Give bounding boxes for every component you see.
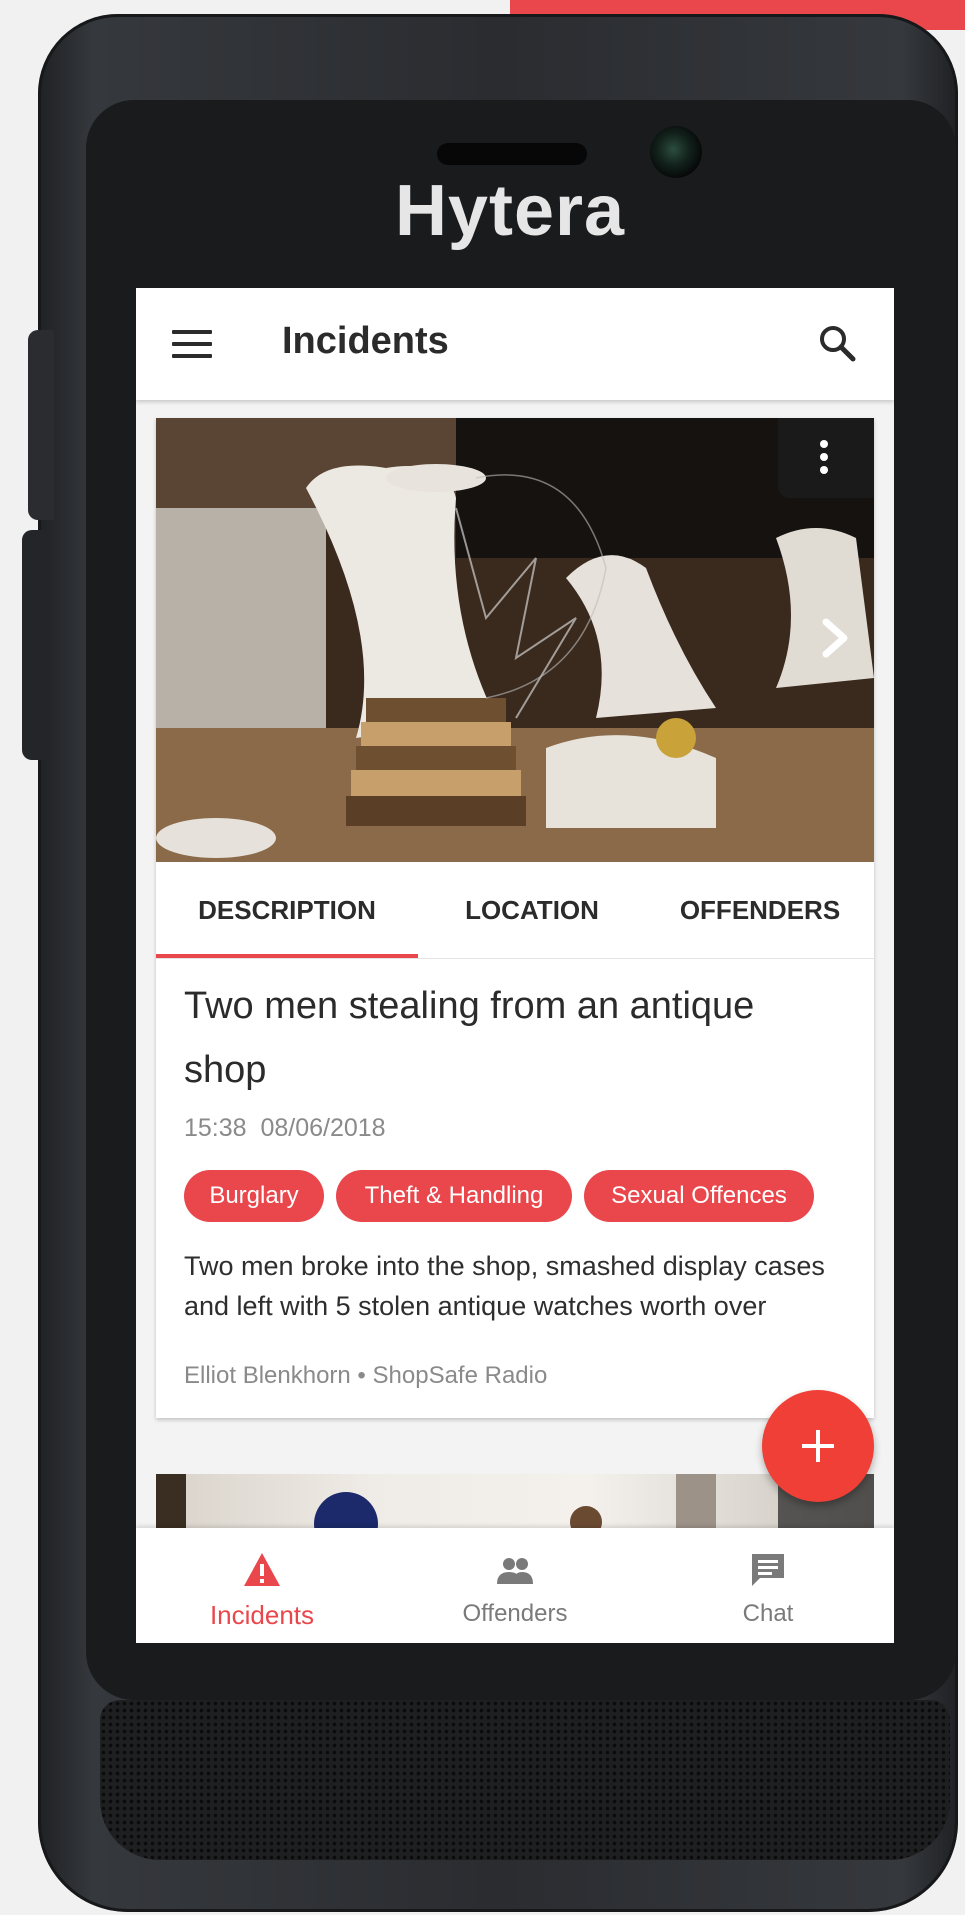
- incident-time: 15:38: [184, 1114, 247, 1142]
- reporter-source: ShopSafe Radio: [372, 1362, 548, 1389]
- nav-item-chat[interactable]: Chat: [642, 1528, 894, 1643]
- jewellery-display-image: [156, 418, 874, 862]
- search-icon[interactable]: [816, 322, 858, 364]
- add-incident-button[interactable]: [762, 1390, 874, 1502]
- incident-timestamp: 15:38 08/06/2018: [184, 1114, 386, 1143]
- side-button: [28, 330, 54, 520]
- nav-label: Chat: [742, 1600, 794, 1627]
- incident-card[interactable]: DESCRIPTION LOCATION OFFENDERS Two men s…: [156, 418, 874, 1418]
- bottom-navigation: Incidents Offenders Chat: [136, 1528, 894, 1643]
- chat-icon: [752, 1554, 784, 1586]
- app-screen: Incidents DESCRIPTION LOCATION OFFENDERS…: [136, 288, 894, 1643]
- nav-label: Incidents: [209, 1600, 315, 1630]
- incident-title: Two men stealing from an antique shop: [184, 985, 755, 1091]
- earpiece: [437, 143, 587, 165]
- incident-description: Two men broke into the shop, smashed dis…: [184, 1251, 825, 1334]
- warning-icon: [244, 1553, 280, 1586]
- nav-item-incidents[interactable]: Incidents: [136, 1528, 388, 1643]
- speaker-grille: [100, 1700, 950, 1860]
- tab-location[interactable]: LOCATION: [418, 862, 646, 958]
- incident-reporter: Elliot Blenkhorn • ShopSafe Radio: [184, 1362, 548, 1389]
- tag-chip[interactable]: Theft & Handling: [336, 1170, 572, 1222]
- active-tab-indicator: [156, 954, 418, 958]
- page-title: Incidents: [282, 320, 449, 362]
- reporter-name: Elliot Blenkhorn: [184, 1362, 351, 1389]
- nav-item-offenders[interactable]: Offenders: [389, 1528, 641, 1643]
- incident-tabs: DESCRIPTION LOCATION OFFENDERS: [156, 862, 874, 959]
- tag-chip[interactable]: Sexual Offences: [584, 1170, 814, 1222]
- plus-icon: [802, 1430, 834, 1462]
- ptt-button: [22, 530, 46, 760]
- menu-icon[interactable]: [172, 330, 212, 360]
- incident-tags: Burglary Theft & Handling Sexual Offence…: [184, 1170, 864, 1222]
- device-brand-logo: Hytera: [394, 171, 626, 251]
- tab-offenders[interactable]: OFFENDERS: [646, 862, 874, 958]
- incident-date: 08/06/2018: [260, 1114, 386, 1142]
- tag-chip[interactable]: Burglary: [184, 1170, 324, 1222]
- nav-label: Offenders: [462, 1600, 568, 1627]
- people-icon: [497, 1558, 533, 1584]
- incident-photo[interactable]: [156, 418, 874, 862]
- app-bar: Incidents: [136, 288, 894, 400]
- tab-description[interactable]: DESCRIPTION: [156, 862, 418, 958]
- chevron-right-icon[interactable]: [816, 608, 856, 668]
- more-vert-icon: [820, 440, 830, 479]
- more-options-button[interactable]: [778, 418, 874, 498]
